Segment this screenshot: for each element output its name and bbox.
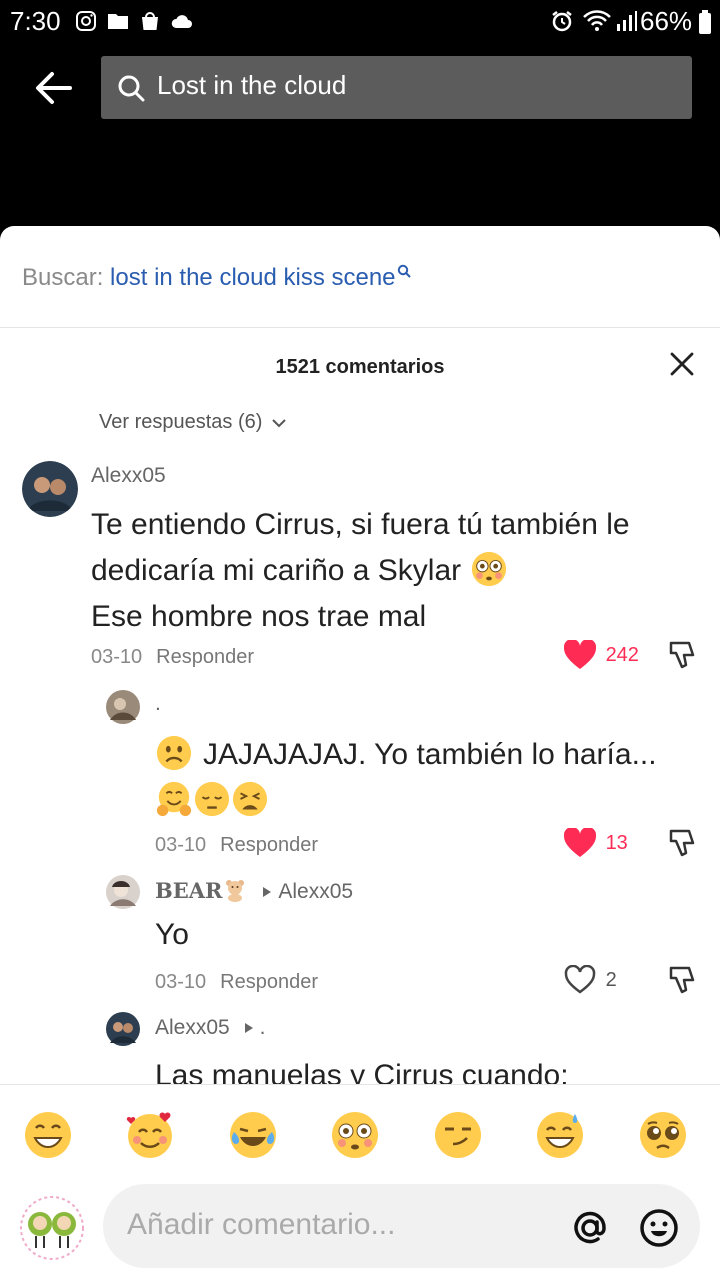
reply-header: BEAR Alexx05	[155, 878, 353, 904]
comments-sheet: Buscar: lost in the cloud kiss scene 152…	[0, 226, 720, 1280]
like-button[interactable]: 13	[563, 826, 628, 858]
comment-username[interactable]: .	[155, 692, 161, 716]
reply-button[interactable]: Responder	[220, 971, 318, 993]
search-query: Lost in the cloud	[157, 70, 347, 100]
smirk-emoji-icon[interactable]	[433, 1110, 483, 1160]
avatar[interactable]	[22, 461, 78, 517]
comment-text: JAJAJAJAJ. Yo también lo haría...	[155, 732, 715, 824]
divider	[0, 327, 720, 328]
divider	[0, 1084, 720, 1085]
comment-meta: 03-10 Responder	[155, 971, 318, 994]
comment-clip: Las manuelas y Cirrus cuando:	[155, 1056, 715, 1084]
reply-arrow-icon	[263, 887, 272, 897]
close-icon[interactable]	[670, 352, 694, 376]
weary-emoji-icon	[232, 781, 268, 817]
pensive-emoji-icon	[194, 781, 230, 817]
reply-to-user[interactable]: Alexx05	[278, 880, 353, 903]
user-avatar[interactable]	[20, 1196, 84, 1260]
comment-meta: 03-10 Responder	[91, 646, 254, 669]
battery-percent: 66%	[640, 6, 693, 36]
reply-arrow-icon	[244, 1023, 253, 1033]
cloud-icon	[171, 15, 192, 28]
reply-header: Alexx05 .	[155, 1016, 265, 1040]
comment-username[interactable]: BEAR	[155, 878, 223, 903]
heart-filled-icon	[563, 638, 597, 669]
shopping-bag-icon	[142, 12, 158, 30]
hugging-emoji-icon	[156, 781, 192, 817]
folder-icon	[108, 14, 128, 29]
comment-username[interactable]: Alexx05	[155, 1016, 230, 1039]
status-time: 7:30	[10, 6, 61, 36]
suggestion-link[interactable]: lost in the cloud kiss scene	[110, 264, 395, 291]
frowning-emoji-icon	[156, 735, 192, 771]
avatar[interactable]	[106, 1012, 140, 1046]
comment-meta: 03-10 Responder	[155, 834, 318, 857]
view-replies-button[interactable]: Ver respuestas (6)	[99, 411, 286, 434]
battery-icon	[699, 10, 711, 34]
comment-date: 03-10	[91, 646, 143, 668]
flushed-emoji-icon[interactable]	[330, 1110, 380, 1160]
reply-button[interactable]: Responder	[156, 646, 254, 668]
grin-emoji-icon[interactable]	[23, 1110, 73, 1160]
like-button[interactable]: 2	[564, 964, 617, 995]
teddy-bear-icon	[225, 880, 244, 902]
dislike-icon[interactable]	[668, 828, 696, 858]
smiling-hearts-emoji-icon[interactable]	[125, 1110, 175, 1160]
like-count: 2	[605, 968, 617, 991]
alarm-icon	[552, 11, 572, 32]
like-button[interactable]: 242	[563, 638, 639, 670]
comment-text: Yo	[155, 918, 189, 951]
search-small-icon	[397, 264, 411, 278]
comment-text: Te entiendo Cirrus, si fuera tú también …	[91, 508, 630, 633]
comment-username[interactable]: Alexx05	[91, 464, 166, 488]
view-replies-label: Ver respuestas (6)	[99, 411, 263, 433]
sweat-smile-emoji-icon[interactable]	[535, 1110, 585, 1160]
comment-placeholder: Añadir comentario...	[127, 1208, 396, 1241]
emoji-picker-icon[interactable]	[639, 1208, 679, 1248]
avatar[interactable]	[106, 690, 140, 724]
comment-input[interactable]: Añadir comentario...	[103, 1184, 700, 1268]
like-count: 242	[605, 643, 639, 666]
wifi-icon	[583, 10, 611, 31]
flushed-emoji-icon	[471, 551, 506, 587]
search-suggestion[interactable]: Buscar: lost in the cloud kiss scene	[22, 264, 411, 292]
signal-icon	[617, 11, 637, 31]
dislike-icon[interactable]	[668, 640, 696, 670]
status-bar: 7:30 66%	[0, 0, 720, 44]
instagram-icon	[76, 11, 96, 31]
search-icon	[118, 75, 145, 102]
pleading-emoji-icon[interactable]	[638, 1110, 688, 1160]
comment-date: 03-10	[155, 971, 207, 993]
comment-date: 03-10	[155, 834, 207, 856]
avatar[interactable]	[106, 875, 140, 909]
heart-outline-icon	[564, 964, 596, 994]
like-count: 13	[605, 831, 628, 854]
comment-text: Las manuelas y Cirrus cuando:	[155, 1059, 569, 1084]
back-arrow-icon[interactable]	[34, 68, 74, 108]
joy-emoji-icon[interactable]	[228, 1110, 278, 1160]
search-bar[interactable]: Lost in the cloud	[101, 56, 692, 119]
reply-button[interactable]: Responder	[220, 834, 318, 856]
reply-to-user[interactable]: .	[260, 1016, 266, 1039]
heart-filled-icon	[563, 826, 597, 857]
suggestion-prefix: Buscar:	[22, 264, 104, 291]
mention-icon[interactable]	[570, 1208, 610, 1248]
comment-count: 1521 comentarios	[275, 356, 445, 378]
chevron-down-icon	[272, 419, 286, 428]
emoji-bar	[0, 1086, 720, 1182]
dislike-icon[interactable]	[668, 965, 696, 995]
